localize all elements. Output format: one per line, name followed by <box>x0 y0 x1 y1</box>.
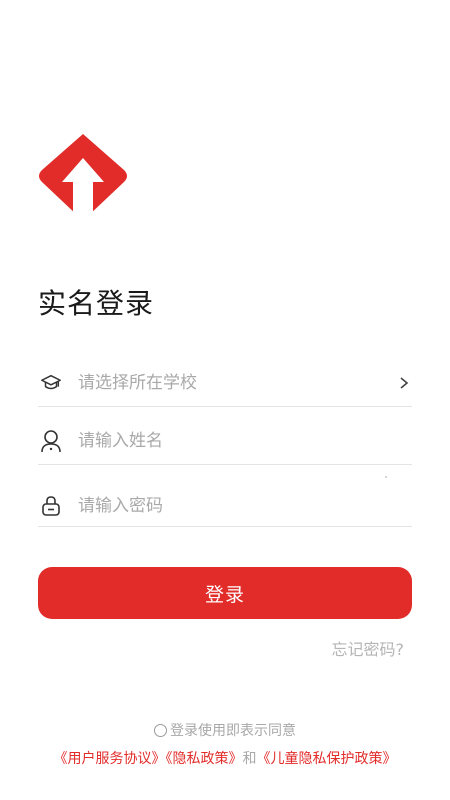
agreement-consent: 登录使用即表示同意 <box>0 720 450 740</box>
agreement-links: 《用户服务协议》《隐私政策》和《儿童隐私保护政策》 <box>0 748 450 768</box>
name-input[interactable] <box>78 426 412 456</box>
lock-icon <box>38 493 64 519</box>
login-button[interactable]: 登录 <box>38 567 412 619</box>
school-select-field[interactable] <box>38 360 412 407</box>
consent-text: 登录使用即表示同意 <box>170 723 296 739</box>
page-title: 实名登录 <box>38 287 155 320</box>
user-agreement-link[interactable]: 《用户服务协议》 <box>54 751 166 767</box>
name-field[interactable] <box>38 418 412 465</box>
graduation-cap-icon <box>38 370 64 396</box>
school-select-input[interactable] <box>78 368 396 398</box>
password-input[interactable] <box>78 491 412 521</box>
privacy-policy-link[interactable]: 《隐私政策》 <box>166 751 243 767</box>
chevron-right-icon[interactable] <box>396 375 412 391</box>
agreement-radio[interactable] <box>154 723 167 737</box>
child-privacy-link[interactable]: 《儿童隐私保护政策》 <box>257 751 397 767</box>
password-field[interactable] <box>38 486 412 527</box>
conjunction-text: 和 <box>242 751 257 767</box>
forgot-password-link[interactable]: 忘记密码? <box>332 636 405 660</box>
app-logo <box>39 134 127 222</box>
user-icon <box>38 428 64 454</box>
stray-dot <box>385 476 387 478</box>
